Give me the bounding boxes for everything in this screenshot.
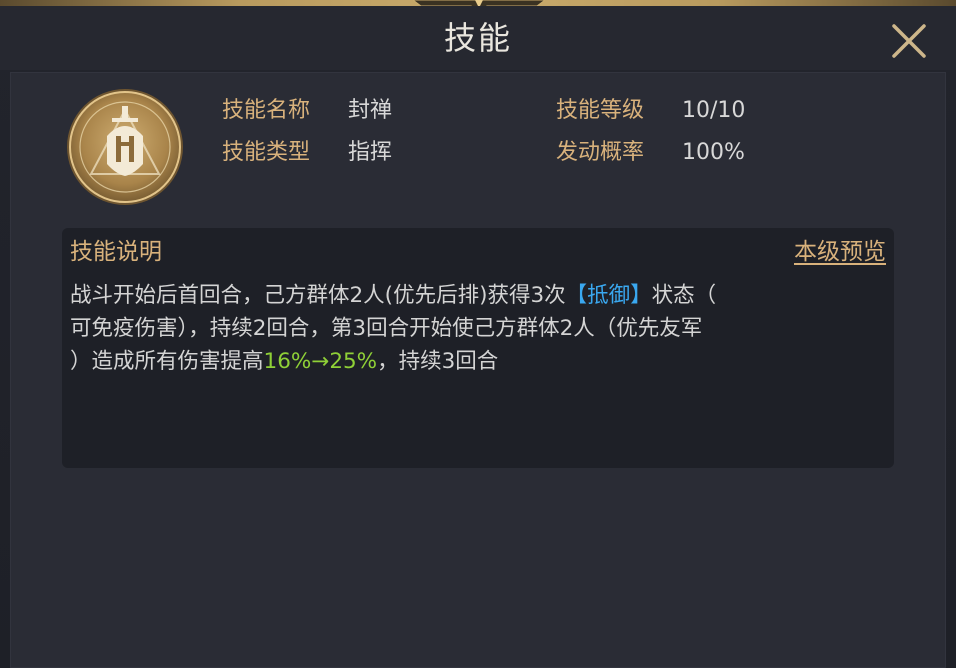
description-title: 技能说明: [70, 239, 162, 265]
level-preview-link[interactable]: 本级预览: [794, 236, 886, 268]
keyword-link[interactable]: 【抵御】: [566, 283, 652, 308]
skill-level-value: 10/10: [682, 98, 746, 123]
skill-level-label: 技能等级: [556, 98, 645, 123]
description-text: ，持续3回合: [377, 349, 499, 374]
skill-name-value: 封禅: [348, 98, 393, 123]
value-highlight: 16%→25%: [263, 349, 378, 374]
description-text: 战斗开始后首回合，己方群体2人(优先后排)获得3次: [70, 283, 566, 308]
description-text: 状态（: [651, 283, 717, 308]
description-text: 可免疫伤害），持续2回合，第3回合开始使己方群体2人（优先友军: [70, 316, 703, 341]
close-icon[interactable]: [886, 18, 932, 64]
description-line-1: 战斗开始后首回合，己方群体2人(优先后排)获得3次【抵御】状态（: [70, 279, 716, 312]
description-line-3: ）造成所有伤害提高16%→25%，持续3回合: [70, 345, 498, 378]
skill-dialog: 技能 技能名称 封禅 技能等级 10/10 技能类型 指挥 发动概率 100% …: [0, 0, 956, 668]
sword-helmet-skill-icon: [67, 89, 183, 205]
skill-type-value: 指挥: [348, 140, 393, 165]
dialog-title: 技能: [443, 19, 512, 57]
skill-type-label: 技能类型: [222, 140, 311, 165]
skill-chance-label: 发动概率: [556, 140, 645, 165]
description-text: ）造成所有伤害提高: [70, 349, 264, 374]
skill-chance-value: 100%: [682, 140, 745, 165]
description-line-2: 可免疫伤害），持续2回合，第3回合开始使己方群体2人（优先友军: [70, 312, 702, 345]
skill-name-label: 技能名称: [222, 98, 311, 123]
